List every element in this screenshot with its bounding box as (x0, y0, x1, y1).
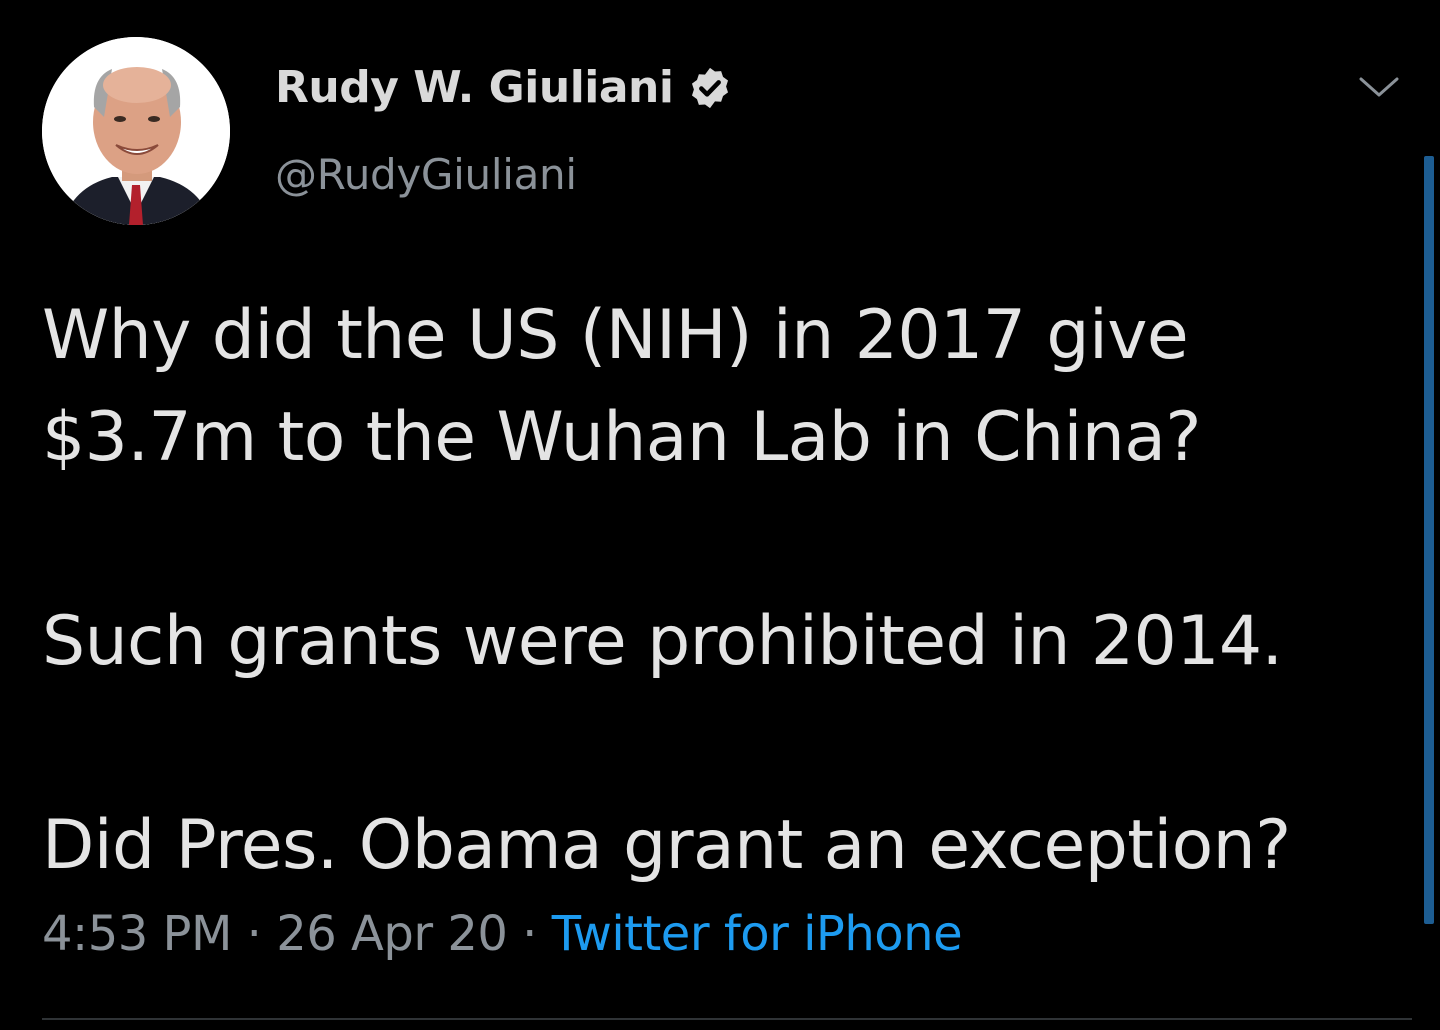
author-display-name[interactable]: Rudy W. Giuliani (275, 62, 674, 113)
tweet-date[interactable]: 26 Apr 20 (276, 906, 508, 962)
author-header: Rudy W. Giuliani (275, 62, 733, 113)
author-handle[interactable]: @RudyGiuliani (275, 150, 577, 199)
tweet-line: Why did the US (NIH) in 2017 give (42, 296, 1189, 375)
tweet-card: Rudy W. Giuliani @RudyGiuliani Why did t… (0, 0, 1440, 1030)
divider (42, 1018, 1412, 1020)
avatar[interactable] (42, 37, 230, 225)
meta-separator: · (507, 906, 552, 962)
avatar-image (42, 37, 230, 225)
tweet-line: $3.7m to the Wuhan Lab in China? (42, 398, 1201, 477)
tweet-line: Did Pres. Obama grant an exception? (42, 806, 1291, 885)
verified-badge-icon (692, 67, 729, 108)
tweet-meta: 4:53 PM · 26 Apr 20 · Twitter for iPhone (42, 906, 963, 962)
tweet-line: Such grants were prohibited in 2014. (42, 602, 1283, 681)
chevron-down-icon[interactable] (1355, 72, 1403, 102)
meta-separator: · (231, 906, 277, 962)
tweet-text: Why did the US (NIH) in 2017 give $3.7m … (42, 285, 1412, 897)
scrollbar[interactable] (1424, 156, 1434, 924)
tweet-source-link[interactable]: Twitter for iPhone (552, 906, 963, 962)
tweet-time[interactable]: 4:53 PM (42, 906, 232, 962)
